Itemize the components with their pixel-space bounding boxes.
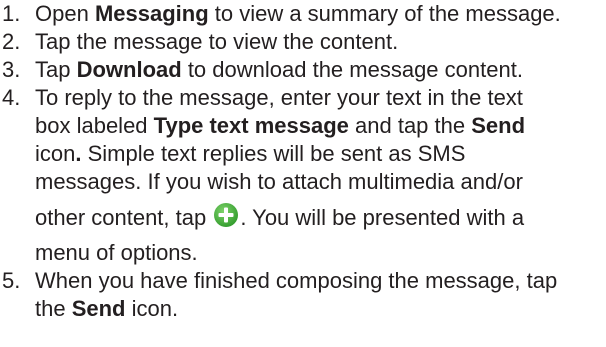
send-label: Send (71, 296, 126, 321)
step-4: 4. To reply to the message, enter your t… (0, 84, 606, 267)
step-text-line: When you have finished composing the mes… (35, 268, 558, 293)
step-number: 5. (2, 268, 21, 293)
step-number: 4. (2, 85, 21, 110)
step-text: Tap the message to view the content. (35, 29, 399, 54)
step-text: Tap Download to download the message con… (35, 57, 523, 82)
step-text-line: other content, tap . You will be present… (35, 196, 606, 239)
step-3: 3. Tap Download to download the message … (0, 56, 606, 84)
send-label: Send (471, 113, 526, 138)
step-text-line: icon. Simple text replies will be sent a… (35, 141, 466, 166)
step-text-line: menu of options. (35, 240, 198, 265)
download-label: Download (76, 57, 182, 82)
step-5: 5. When you have finished composing the … (0, 267, 606, 323)
add-plus-icon (214, 203, 239, 227)
step-text-line: box labeled Type text message and tap th… (35, 113, 526, 138)
step-text-line: To reply to the message, enter your text… (35, 85, 523, 110)
step-text-line: messages. If you wish to attach multimed… (35, 169, 523, 194)
step-number: 2. (2, 29, 21, 54)
step-number: 3. (2, 57, 21, 82)
step-text: Open Messaging to view a summary of the … (35, 1, 561, 26)
step-1: 1. Open Messaging to view a summary of t… (0, 0, 606, 28)
step-number: 1. (2, 1, 21, 26)
step-2: 2. Tap the message to view the content. (0, 28, 606, 56)
instruction-list: 1. Open Messaging to view a summary of t… (0, 0, 606, 323)
messaging-label: Messaging (94, 1, 209, 26)
step-text-line: the Send icon. (35, 296, 179, 321)
type-text-message-label: Type text message (153, 113, 349, 138)
